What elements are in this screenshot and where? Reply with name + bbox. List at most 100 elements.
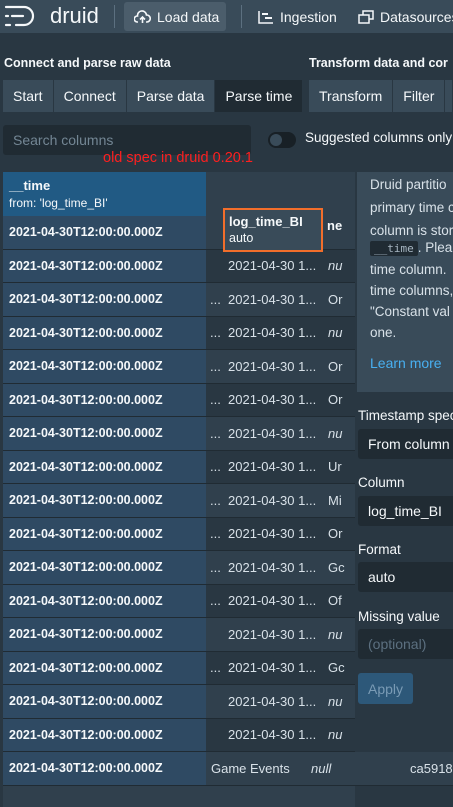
log-time-cell: 2021-04-30 1...: [228, 325, 317, 341]
time-cell: 2021-04-30T12:00:00.000Z: [3, 383, 206, 416]
ne-cell: nu: [328, 626, 343, 642]
time-cell: 2021-04-30T12:00:00.000Z: [3, 517, 206, 550]
learn-more-link[interactable]: Learn more: [370, 355, 442, 371]
cell: ...: [210, 660, 221, 676]
log-time-cell: 2021-04-30 1...: [228, 291, 317, 307]
log-time-column-format: auto: [229, 231, 254, 245]
info-line: time column.: [370, 262, 447, 277]
log-time-cell: 2021-04-30 1...: [228, 258, 317, 274]
column-select[interactable]: log_time_BI: [358, 496, 453, 526]
table-row: 2021-04-30T12:00:00.000Z... 2021-04-30 1.…: [3, 316, 355, 350]
time-column-header[interactable]: __time from: 'log_time_BI': [3, 172, 206, 216]
druid-logo[interactable]: druid: [4, 3, 99, 29]
ne-cell: nu: [328, 693, 343, 709]
log-time-cell: 2021-04-30 1...: [228, 660, 317, 676]
table-row: 2021-04-30T12:00:00.000Z... 2021-04-30 1.…: [3, 484, 355, 518]
ne-cell: Of: [328, 593, 342, 609]
info-line: column is stor: [370, 223, 453, 238]
log-time-column-header[interactable]: log_time_BI auto: [223, 208, 323, 252]
log-time-column-name: log_time_BI: [229, 214, 303, 229]
time-cell: 2021-04-30T12:00:00.000Z: [3, 484, 206, 517]
log-time-cell: 2021-04-30 1...: [228, 358, 317, 374]
time-cell: 2021-04-30T12:00:00.000Z: [3, 216, 206, 249]
table-row: 2021-04-30T12:00:00.000Z... 2021-04-30 1.…: [3, 450, 355, 484]
ne-column-header[interactable]: ne: [327, 218, 342, 233]
cell: ...: [210, 291, 221, 307]
missing-value-input[interactable]: (optional): [358, 629, 453, 659]
nav-divider: [114, 5, 115, 28]
column-label: Column: [358, 475, 405, 490]
cell: [208, 685, 223, 718]
gantt-chart-icon: [258, 10, 273, 24]
tab-connect[interactable]: Connect: [53, 80, 127, 112]
time-column-source: from: 'log_time_BI': [9, 196, 108, 210]
ne-cell: Or: [328, 526, 343, 542]
log-time-cell: 2021-04-30 1...: [228, 626, 317, 642]
tab-start[interactable]: Start: [3, 80, 54, 112]
time-cell: 2021-04-30T12:00:00.000Z: [3, 618, 206, 651]
time-column-name: __time: [9, 178, 51, 193]
info-line: primary time c: [370, 200, 453, 215]
table-row: 2021-04-30T12:00:00.000Z... 2021-04-30 1.…: [3, 417, 355, 451]
cell: ...: [210, 526, 221, 542]
time-cell: 2021-04-30T12:00:00.000Z: [3, 316, 206, 349]
suggested-columns-label: Suggested columns only: [305, 130, 453, 145]
format-select[interactable]: auto: [358, 562, 453, 592]
cell: ...: [210, 325, 221, 341]
time-cell: 2021-04-30T12:00:00.000Z: [3, 718, 206, 751]
timestamp-spec-label: Timestamp spec: [358, 408, 453, 423]
ne-cell: nu: [328, 727, 343, 743]
ne-cell: Or: [328, 358, 343, 374]
druid-logo-icon: [4, 5, 35, 27]
cell: ...: [210, 358, 221, 374]
time-cell: 2021-04-30T12:00:00.000Z: [3, 350, 206, 383]
ne-cell: Or: [328, 291, 343, 307]
time-cell: 2021-04-30T12:00:00.000Z: [3, 752, 206, 785]
log-time-cell: 2021-04-30 1...: [228, 559, 317, 575]
multi-select-icon: [358, 9, 374, 24]
log-time-cell: 2021-04-30 1...: [228, 593, 317, 609]
table-row: 2021-04-30T12:00:00.000Z... 2021-04-30 1.…: [3, 350, 355, 384]
info-line: . Plea: [417, 240, 453, 255]
table-row: 2021-04-30T12:00:00.000Z 2021-04-30 1... n…: [3, 618, 355, 652]
log-time-cell: 2021-04-30 1...: [228, 459, 317, 475]
cell: [208, 618, 223, 651]
cell: Game Events: [211, 760, 290, 776]
time-cell: 2021-04-30T12:00:00.000Z: [3, 685, 206, 718]
tab-transform[interactable]: Transform: [309, 80, 394, 112]
ne-cell: Or: [328, 392, 343, 408]
tab-filter[interactable]: Filter: [393, 80, 446, 112]
cell: ...: [210, 492, 221, 508]
time-cell: 2021-04-30T12:00:00.000Z: [3, 283, 206, 316]
ne-cell: nu: [328, 325, 343, 341]
log-time-cell: 2021-04-30 1...: [228, 425, 317, 441]
connect-steps-tabs: Start Connect Parse data Parse time: [3, 80, 304, 112]
nav-ingestion-label: Ingestion: [280, 8, 337, 25]
tab-next-partial[interactable]: [445, 80, 453, 112]
format-label: Format: [358, 542, 401, 557]
nav-datasources-label: Datasources: [380, 8, 453, 25]
time-cell: 2021-04-30T12:00:00.000Z: [3, 249, 206, 282]
data-preview-table: 2021-04-30T12:00:00.000Z 2021-04-30T12:00…: [3, 172, 453, 807]
transform-steps-tabs: Transform Filter: [309, 80, 453, 112]
ne-cell: Gc: [328, 559, 345, 575]
connect-parse-heading: Connect and parse raw data: [4, 56, 171, 70]
time-cell: 2021-04-30T12:00:00.000Z: [3, 417, 206, 450]
cell: ...: [210, 559, 221, 575]
nav-datasources-button[interactable]: Datasources: [358, 2, 453, 31]
tab-parse-data[interactable]: Parse data: [126, 80, 216, 112]
nav-load-data-button[interactable]: Load data: [124, 2, 226, 31]
timestamp-spec-select[interactable]: From column: [358, 429, 453, 459]
tab-parse-time[interactable]: Parse time: [215, 80, 304, 112]
missing-value-label: Missing value: [358, 609, 440, 624]
time-code: __time: [370, 241, 418, 256]
table-row: 2021-04-30T12:00:00.000Z... 2021-04-30 1.…: [3, 383, 355, 417]
suggested-columns-toggle[interactable]: [268, 132, 296, 148]
info-line: "Constant val: [370, 304, 450, 319]
table-row: 2021-04-30T12:00:00.000Z... 2021-04-30 1.…: [3, 584, 355, 618]
apply-button[interactable]: Apply: [358, 673, 413, 704]
time-cell: 2021-04-30T12:00:00.000Z: [3, 450, 206, 483]
logo-text: druid: [50, 3, 99, 28]
cell: [208, 719, 223, 752]
nav-ingestion-button[interactable]: Ingestion: [258, 2, 337, 31]
